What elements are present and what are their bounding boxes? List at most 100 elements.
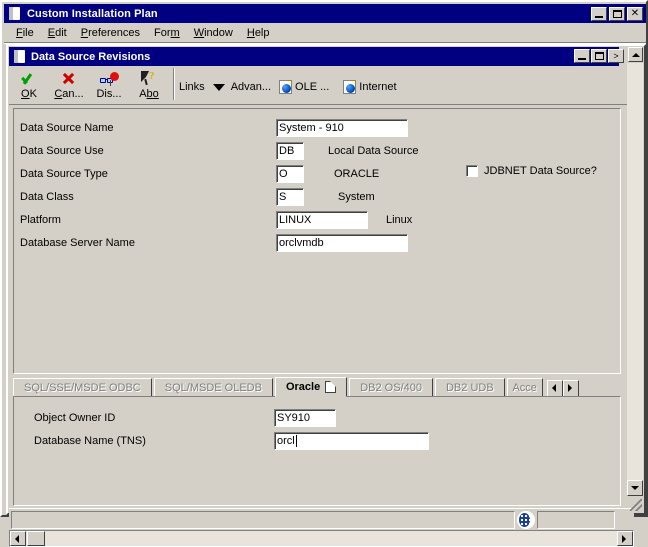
tab-db2-udb[interactable]: DB2 UDB xyxy=(434,378,505,397)
platform-description: Linux xyxy=(386,214,413,226)
statusbar xyxy=(9,508,634,530)
tab-oracle[interactable]: Oracle xyxy=(274,377,348,397)
child-window: Data Source Revisions > OK Can... Dis...… xyxy=(6,44,646,547)
form-row: Data Source Type O ORACLE xyxy=(20,165,379,183)
chevron-down-icon[interactable] xyxy=(212,83,225,91)
toolbar: OK Can... Dis... ? Abo Links Advan... OL… xyxy=(9,67,634,105)
child-maximize-button[interactable] xyxy=(591,49,607,63)
data-source-form-panel: Data Source Name System - 910 Data Sourc… xyxy=(13,108,621,374)
cancel-button[interactable]: Can... xyxy=(49,67,89,103)
data-source-name-input[interactable]: System - 910 xyxy=(276,119,408,137)
check-icon xyxy=(17,69,41,88)
advanced-button[interactable]: Advan... xyxy=(231,81,271,93)
database-server-name-label: Database Server Name xyxy=(20,237,135,249)
object-owner-id-label: Object Owner ID xyxy=(34,412,116,424)
close-button[interactable]: ✕ xyxy=(627,6,643,21)
form-row: Database Name (TNS) orcl xyxy=(34,432,429,450)
data-class-description: System xyxy=(338,191,375,203)
child-window-icon xyxy=(11,49,27,64)
tab-sql-msde-oledb[interactable]: SQL/MSDE OLEDB xyxy=(153,378,273,397)
menu-edit[interactable]: Edit xyxy=(41,26,74,40)
child-titlebar: Data Source Revisions xyxy=(9,47,619,66)
data-source-use-input[interactable]: DB xyxy=(276,142,304,160)
data-source-type-input[interactable]: O xyxy=(276,165,304,183)
tab-label: SQL/SSE/MSDE ODBC xyxy=(24,381,141,394)
horizontal-scrollbar[interactable] xyxy=(9,530,634,547)
data-source-use-label: Data Source Use xyxy=(20,145,104,157)
data-source-type-description: ORACLE xyxy=(334,168,380,180)
vertical-scroll-down-button[interactable] xyxy=(627,480,643,496)
display-glasses-icon xyxy=(97,69,121,88)
ole-button-label: OLE ... xyxy=(295,81,330,93)
menu-file[interactable]: File xyxy=(9,26,41,40)
menu-preferences[interactable]: Preferences xyxy=(74,26,147,40)
internet-button-label: Internet xyxy=(359,81,397,93)
internet-page-globe-icon xyxy=(343,80,357,94)
ole-button[interactable]: OLE ... xyxy=(279,80,329,94)
application-icon xyxy=(6,6,22,21)
child-window-controls: > xyxy=(574,49,624,63)
menu-help[interactable]: Help xyxy=(240,26,277,40)
database-type-tabstrip: SQL/SSE/MSDE ODBC SQL/MSDE OLEDB Oracle … xyxy=(13,377,621,397)
database-name-tns-input[interactable]: orcl xyxy=(274,432,429,450)
tab-scroll-right-button[interactable] xyxy=(562,380,579,397)
menu-form[interactable]: Form xyxy=(147,26,187,40)
toolbar-divider xyxy=(173,68,175,100)
data-source-name-label: Data Source Name xyxy=(20,122,114,134)
about-button[interactable]: ? Abo xyxy=(129,67,169,103)
child-restore-button[interactable]: > xyxy=(608,49,624,63)
links-label: Links xyxy=(179,81,205,93)
cancel-x-icon xyxy=(57,69,81,88)
tab-db2-os400[interactable]: DB2 OS/400 xyxy=(349,378,433,397)
form-row: Data Source Use DB Local Data Source xyxy=(20,142,419,160)
hscroll-left-button[interactable] xyxy=(10,531,26,546)
menu-window[interactable]: Window xyxy=(187,26,240,40)
data-source-use-description: Local Data Source xyxy=(328,145,419,157)
database-server-name-input[interactable]: orclvmdb xyxy=(276,234,408,252)
vertical-scroll-up-button[interactable] xyxy=(628,47,643,62)
status-message-pane xyxy=(11,511,515,529)
data-source-type-label: Data Source Type xyxy=(20,168,108,180)
data-class-input[interactable]: S xyxy=(276,188,304,206)
form-row: Data Class S System xyxy=(20,188,375,206)
hscroll-right-button[interactable] xyxy=(617,531,633,546)
tab-scroll-buttons xyxy=(546,380,579,397)
database-name-tns-label: Database Name (TNS) xyxy=(34,435,146,447)
ole-page-globe-icon xyxy=(279,80,293,94)
tab-label: DB2 OS/400 xyxy=(360,381,422,394)
menubar: File Edit Preferences Form Window Help xyxy=(4,24,646,42)
minimize-button[interactable] xyxy=(591,6,607,21)
jdbnet-checkbox-label: JDBNET Data Source? xyxy=(484,165,597,177)
vertical-scrollbar-track[interactable] xyxy=(627,63,643,491)
platform-input[interactable]: LINUX xyxy=(276,211,368,229)
jdbnet-checkbox[interactable] xyxy=(466,165,478,177)
form-row: Data Source Name System - 910 xyxy=(20,119,408,137)
internet-button[interactable]: Internet xyxy=(343,80,397,94)
display-button[interactable]: Dis... xyxy=(89,67,129,103)
resize-grip[interactable] xyxy=(630,499,642,511)
window-controls: ✕ xyxy=(591,6,646,21)
globe-status-icon xyxy=(517,511,535,529)
tab-scroll-left-button[interactable] xyxy=(546,380,563,397)
form-row: Object Owner ID SY910 xyxy=(34,409,336,427)
tab-label: SQL/MSDE OLEDB xyxy=(164,381,262,394)
form-row: Database Server Name orclvmdb xyxy=(20,234,408,252)
tab-label: DB2 UDB xyxy=(445,381,494,394)
tab-access[interactable]: Acce xyxy=(506,378,543,397)
tab-label: Acce xyxy=(512,381,537,394)
platform-label: Platform xyxy=(20,214,61,226)
data-class-label: Data Class xyxy=(20,191,74,203)
main-window-title: Custom Installation Plan xyxy=(27,7,158,20)
hscroll-thumb[interactable] xyxy=(27,531,45,546)
about-button-label: Abo xyxy=(139,88,159,100)
object-owner-id-input[interactable]: SY910 xyxy=(274,409,336,427)
ok-button[interactable]: OK xyxy=(9,67,49,103)
jdbnet-checkbox-row[interactable]: JDBNET Data Source? xyxy=(466,165,597,177)
maximize-button[interactable] xyxy=(609,6,625,21)
application-window: Custom Installation Plan ✕ File Edit Pre… xyxy=(0,0,648,547)
tab-sql-sse-msde-odbc[interactable]: SQL/SSE/MSDE ODBC xyxy=(13,378,152,397)
child-minimize-button[interactable] xyxy=(574,49,590,63)
form-row: Platform LINUX Linux xyxy=(20,211,412,229)
about-pointer-question-icon: ? xyxy=(137,69,161,88)
tab-label: Oracle xyxy=(285,381,321,393)
